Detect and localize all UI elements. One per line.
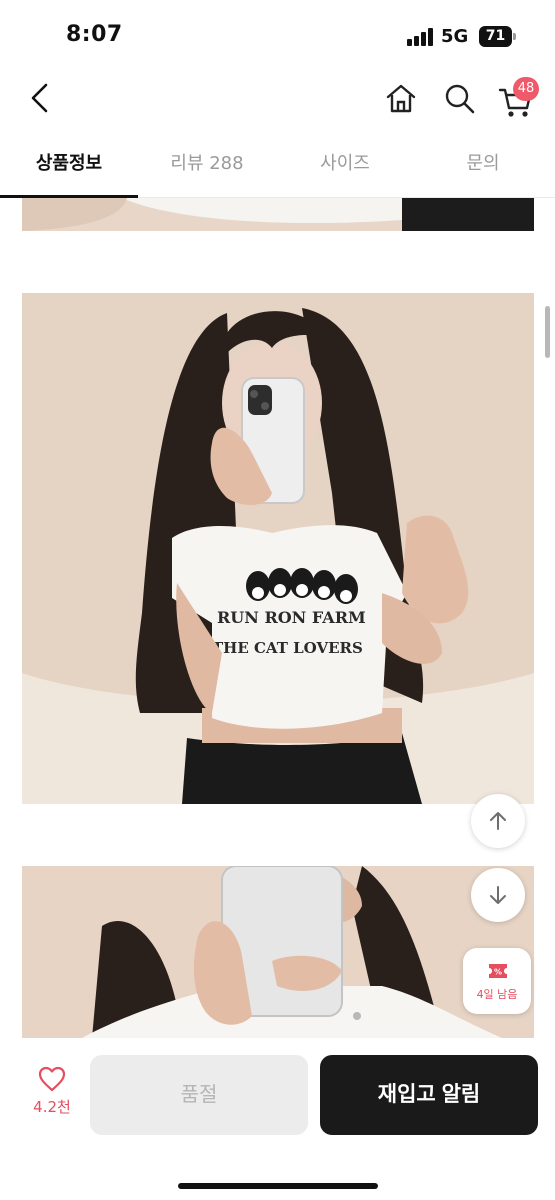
soldout-button[interactable]: 품절: [90, 1055, 308, 1135]
signal-icon: [407, 28, 433, 46]
home-indicator: [178, 1183, 378, 1189]
scroll-up-button[interactable]: [471, 794, 525, 848]
back-arrow-icon: [31, 83, 48, 113]
heart-icon: [38, 1066, 66, 1092]
back-button[interactable]: [22, 80, 58, 116]
scroll-up-icon: [490, 812, 506, 830]
coupon-button[interactable]: % 4일 남음: [463, 948, 531, 1014]
bottom-action-bar: 4.2천 품절 재입고 알림: [0, 1038, 555, 1200]
product-image-secondary: [22, 866, 534, 1038]
home-button[interactable]: [382, 80, 420, 118]
product-image-partial-top: [22, 198, 534, 231]
like-count: 4.2천: [33, 1098, 71, 1116]
coupon-days-left: 4일 남음: [476, 988, 518, 1001]
tab-reviews[interactable]: 리뷰 288: [138, 140, 276, 198]
status-time: 8:07: [66, 22, 123, 47]
tab-product-info[interactable]: 상품정보: [0, 140, 138, 198]
coupon-icon: %: [489, 964, 507, 978]
battery-level: 71: [479, 26, 512, 47]
home-icon: [386, 84, 416, 113]
network-label: 5G: [441, 26, 469, 47]
tab-size[interactable]: 사이즈: [276, 140, 414, 198]
product-detail-images: RUN RON FARM THE CAT LOVERS: [0, 198, 555, 1038]
shirt-print-line-1: RUN RON FARM: [217, 608, 366, 627]
shirt-print-line-2: THE CAT LOVERS: [212, 639, 363, 657]
search-button[interactable]: [441, 80, 479, 118]
restock-alert-button[interactable]: 재입고 알림: [320, 1055, 538, 1135]
like-button[interactable]: 4.2천: [22, 1066, 82, 1130]
svg-text:%: %: [494, 968, 502, 977]
battery-icon: 71: [479, 26, 516, 47]
scroll-down-icon: [490, 886, 506, 904]
tab-inquiry[interactable]: 문의: [414, 140, 552, 198]
nav-header: [0, 70, 555, 132]
product-tabs: 상품정보 리뷰 288 사이즈 문의: [0, 140, 555, 198]
status-bar: 8:07 5G 71: [0, 0, 555, 70]
scrollbar-thumb[interactable]: [545, 306, 550, 358]
scroll-down-button[interactable]: [471, 868, 525, 922]
cart-count-badge: 48: [513, 77, 539, 101]
search-icon: [445, 84, 475, 114]
product-image-main: RUN RON FARM THE CAT LOVERS: [22, 293, 534, 804]
